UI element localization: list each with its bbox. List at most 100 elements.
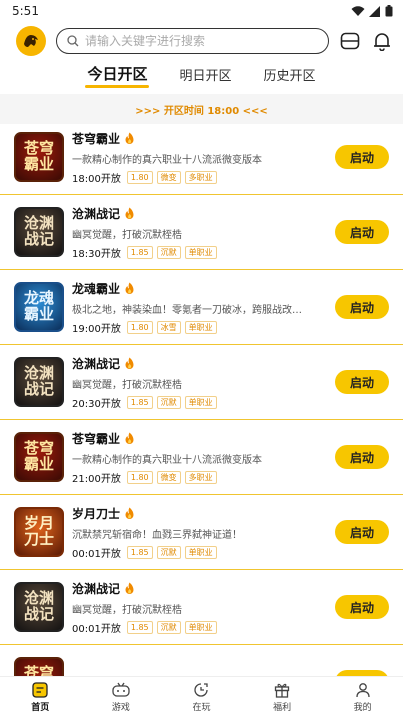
game-meta: 00:01开放 1.85 沉默 单职业 bbox=[72, 545, 389, 560]
game-description: 沉默禁咒斩宿命！血戮三界弑神证道！ bbox=[72, 529, 242, 541]
signal-icon bbox=[369, 5, 380, 17]
nav-welfare-label: 福利 bbox=[273, 703, 292, 713]
status-bar: 5:51 bbox=[0, 0, 403, 22]
game-meta: 20:30开放 1.85 沉默 单职业 bbox=[72, 395, 389, 410]
nav-welfare[interactable]: 福利 bbox=[242, 677, 323, 718]
tag-badge: 沉默 bbox=[156, 245, 181, 259]
game-row[interactable]: 苍穹 霸业 苍穹霸业 启动 bbox=[0, 645, 403, 676]
game-title: 苍穹霸业 bbox=[72, 431, 121, 446]
game-thumbnail[interactable]: 苍穹 霸业 bbox=[14, 432, 64, 482]
game-title-row: 岁月刀士 bbox=[72, 505, 389, 522]
nav-games[interactable]: 游戏 bbox=[81, 677, 162, 718]
game-meta: 19:00开放 1.80 冰雪 单职业 bbox=[72, 320, 389, 335]
open-time: 00:01开放 bbox=[72, 623, 121, 635]
status-time: 5:51 bbox=[12, 4, 39, 18]
game-meta: 18:00开放 1.80 微变 多职业 bbox=[72, 170, 389, 185]
profile-icon bbox=[356, 683, 370, 698]
launch-button[interactable]: 启动 bbox=[335, 295, 389, 319]
game-title-row: 沧渊战记 bbox=[72, 205, 389, 222]
version-badge: 1.85 bbox=[126, 620, 153, 634]
game-title-row: 沧渊战记 bbox=[72, 355, 389, 372]
battery-icon bbox=[385, 5, 393, 17]
thumbnail-art-text: 龙魂 霸业 bbox=[23, 289, 54, 323]
game-title-row: 苍穹霸业 bbox=[72, 130, 389, 147]
nav-playing-label: 在玩 bbox=[192, 703, 211, 713]
launch-button[interactable]: 启动 bbox=[335, 220, 389, 244]
tag-badge: 多职业 bbox=[184, 170, 217, 184]
tag-badge: 多职业 bbox=[184, 470, 217, 484]
nav-games-label: 游戏 bbox=[111, 703, 130, 713]
game-thumbnail[interactable]: 苍穹 霸业 bbox=[14, 657, 64, 676]
game-row[interactable]: 龙魂 霸业 龙魂霸业 极北之地，神装染血！零氪者一刀破冰，跨服战改… 19:00… bbox=[0, 270, 403, 345]
open-time: 18:30开放 bbox=[72, 248, 121, 260]
search-icon bbox=[67, 35, 79, 47]
version-badge: 1.85 bbox=[126, 545, 153, 559]
search-input[interactable] bbox=[85, 34, 318, 48]
hot-fire-icon bbox=[125, 582, 134, 594]
game-title: 龙魂霸业 bbox=[72, 281, 121, 296]
version-badge: 1.80 bbox=[126, 320, 153, 334]
search-bar[interactable] bbox=[56, 28, 329, 54]
nav-home[interactable]: 首页 bbox=[0, 677, 81, 718]
status-icons bbox=[351, 5, 393, 17]
launch-button[interactable]: 启动 bbox=[335, 370, 389, 394]
menu-button[interactable] bbox=[339, 30, 361, 52]
launch-button[interactable]: 启动 bbox=[335, 520, 389, 544]
game-thumbnail[interactable]: 苍穹 霸业 bbox=[14, 132, 64, 182]
game-description: 幽冥觉醒，打破沉默桎梏 bbox=[72, 604, 182, 616]
game-list: 苍穹 霸业 苍穹霸业 一款精心制作的真六职业十八流派微变版本 18:00开放 1… bbox=[0, 120, 403, 676]
game-row[interactable]: 苍穹 霸业 苍穹霸业 一款精心制作的真六职业十八流派微变版本 21:00开放 1… bbox=[0, 420, 403, 495]
app-logo[interactable] bbox=[16, 26, 46, 56]
version-badge: 1.80 bbox=[126, 470, 153, 484]
hot-fire-icon bbox=[125, 132, 134, 144]
game-description: 极北之地，神装染血！零氪者一刀破冰，跨服战改… bbox=[72, 304, 302, 316]
game-title-row: 苍穹霸业 bbox=[72, 430, 389, 447]
tag-badge: 冰雪 bbox=[156, 320, 181, 334]
tag-badge: 单职业 bbox=[184, 620, 217, 634]
nav-home-label: 首页 bbox=[31, 703, 50, 713]
game-thumbnail[interactable]: 沧渊 战记 bbox=[14, 582, 64, 632]
thumbnail-art-text: 苍穹 霸业 bbox=[23, 139, 54, 173]
game-title: 苍穹霸业 bbox=[72, 131, 121, 146]
gift-icon bbox=[274, 683, 290, 698]
game-row[interactable]: 岁月 刀士 岁月刀士 沉默禁咒斩宿命！血戮三界弑神证道！ 00:01开放 1.8… bbox=[0, 495, 403, 570]
tab-today[interactable]: 今日开区 bbox=[85, 63, 150, 88]
game-row[interactable]: 沧渊 战记 沧渊战记 幽冥觉醒，打破沉默桎梏 00:01开放 1.85 沉默 单职业… bbox=[0, 570, 403, 645]
game-description: 幽冥觉醒，打破沉默桎梏 bbox=[72, 229, 182, 241]
tag-badge: 单职业 bbox=[184, 395, 217, 409]
nav-playing[interactable]: 在玩 bbox=[161, 677, 242, 718]
launch-button[interactable]: 启动 bbox=[335, 595, 389, 619]
version-badge: 1.85 bbox=[126, 395, 153, 409]
game-title-row: 龙魂霸业 bbox=[72, 280, 389, 297]
tag-badge: 单职业 bbox=[184, 245, 217, 259]
game-meta: 18:30开放 1.85 沉默 单职业 bbox=[72, 245, 389, 260]
game-row[interactable]: 沧渊 战记 沧渊战记 幽冥觉醒，打破沉默桎梏 18:30开放 1.85 沉默 单职业… bbox=[0, 195, 403, 270]
tag-badge: 单职业 bbox=[184, 545, 217, 559]
tag-badge: 沉默 bbox=[156, 545, 181, 559]
nav-profile[interactable]: 我的 bbox=[322, 677, 403, 718]
notification-button[interactable] bbox=[371, 30, 393, 52]
launch-button[interactable]: 启动 bbox=[335, 145, 389, 169]
game-thumbnail[interactable]: 沧渊 战记 bbox=[14, 357, 64, 407]
tab-tomorrow[interactable]: 明日开区 bbox=[177, 65, 233, 88]
game-thumbnail[interactable]: 龙魂 霸业 bbox=[14, 282, 64, 332]
wifi-icon bbox=[351, 5, 365, 16]
game-thumbnail[interactable]: 沧渊 战记 bbox=[14, 207, 64, 257]
hot-fire-icon bbox=[125, 282, 134, 294]
bell-icon bbox=[374, 33, 390, 51]
hot-fire-icon bbox=[125, 432, 134, 444]
tab-history[interactable]: 历史开区 bbox=[262, 65, 318, 88]
thumbnail-art-text: 苍穹 霸业 bbox=[23, 439, 54, 473]
hot-fire-icon bbox=[125, 507, 134, 519]
game-thumbnail[interactable]: 岁月 刀士 bbox=[14, 507, 64, 557]
bottom-nav: 首页 游戏 在玩 福利 我的 bbox=[0, 676, 403, 718]
game-row[interactable]: 苍穹 霸业 苍穹霸业 一款精心制作的真六职业十八流派微变版本 18:00开放 1… bbox=[0, 120, 403, 195]
game-row[interactable]: 沧渊 战记 沧渊战记 幽冥觉醒，打破沉默桎梏 20:30开放 1.85 沉默 单职业… bbox=[0, 345, 403, 420]
launch-button[interactable]: 启动 bbox=[335, 445, 389, 469]
playing-icon bbox=[194, 683, 209, 697]
game-description: 一款精心制作的真六职业十八流派微变版本 bbox=[72, 454, 262, 466]
open-time: 19:00开放 bbox=[72, 323, 121, 335]
open-time-text: >>> 开区时间 18:00 <<< bbox=[135, 105, 268, 117]
open-time: 18:00开放 bbox=[72, 173, 121, 185]
version-badge: 1.85 bbox=[126, 245, 153, 259]
